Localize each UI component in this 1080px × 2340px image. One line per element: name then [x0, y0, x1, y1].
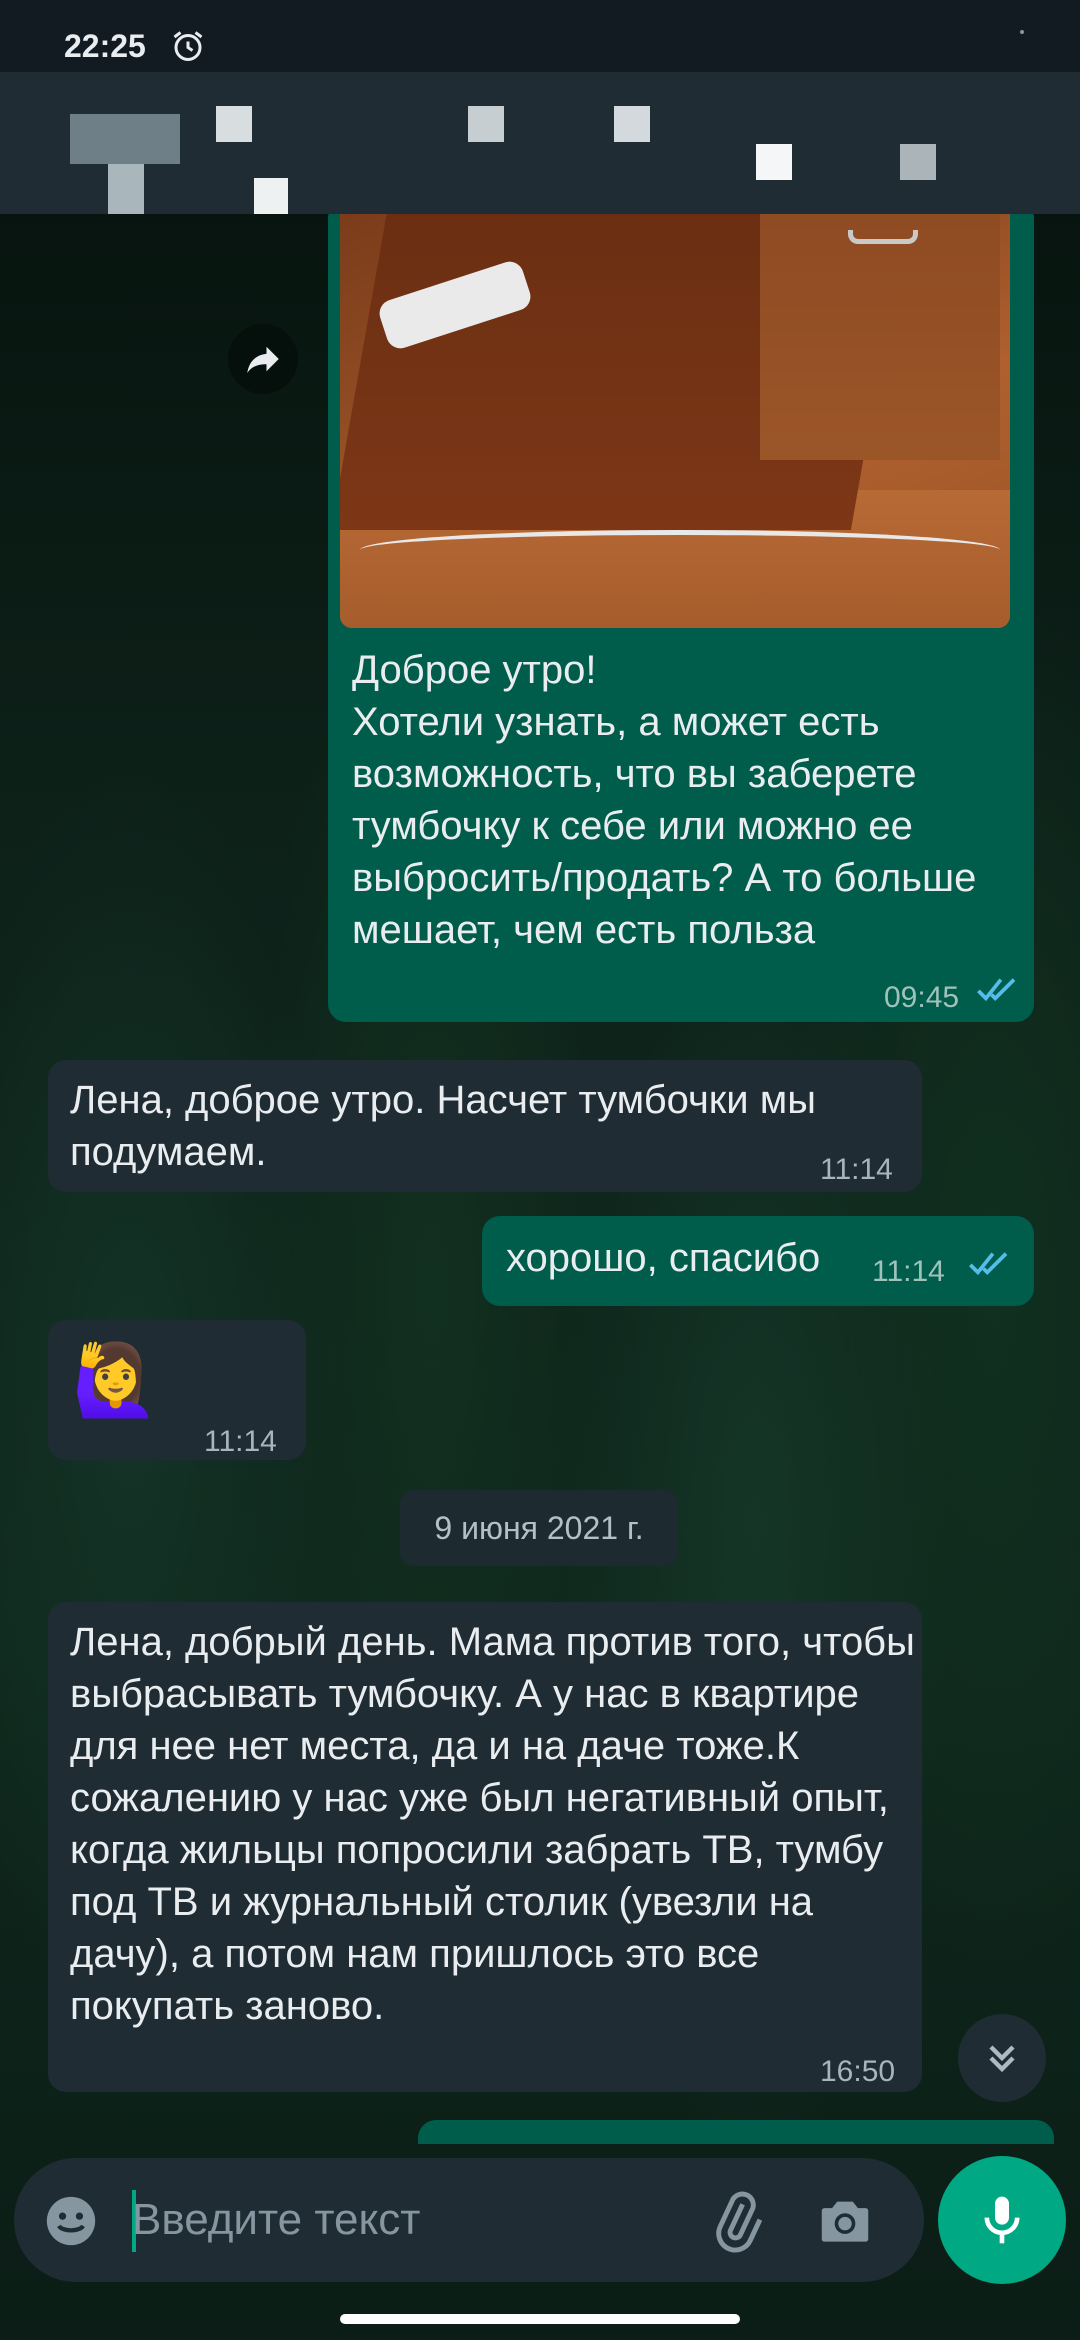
- outgoing-message[interactable]: хорошо, спасибо 11:14: [482, 1216, 1034, 1306]
- alarm-clock-icon: [173, 31, 203, 61]
- chat-header[interactable]: [0, 72, 1080, 214]
- message-time: 11:14: [204, 1425, 277, 1458]
- double-chevron-down-icon: [989, 2045, 1015, 2073]
- read-ticks-icon: [977, 978, 1016, 1002]
- outgoing-message-photo[interactable]: Доброе утро! Хотели узнать, а может есть…: [328, 214, 1034, 1022]
- contact-avatar[interactable]: [70, 114, 180, 164]
- contact-name-obscured: [614, 106, 650, 142]
- photo-attachment[interactable]: [340, 214, 1010, 628]
- forward-icon: [247, 346, 279, 373]
- voice-message-button[interactable]: [938, 2156, 1066, 2284]
- message-composer[interactable]: [14, 2158, 924, 2282]
- status-indicator-dot: [1020, 30, 1024, 34]
- scroll-to-bottom-button[interactable]: [958, 2014, 1046, 2102]
- header-action-obscured[interactable]: [756, 144, 792, 180]
- photo-cable: [360, 530, 1000, 570]
- message-time: 09:45: [884, 981, 960, 1014]
- incoming-message-emoji[interactable]: 🙋‍♀️ 11:14: [48, 1320, 306, 1460]
- emoji-text: 🙋‍♀️: [72, 1341, 160, 1419]
- status-bar: 22:25: [0, 0, 1080, 72]
- message-list[interactable]: Доброе утро! Хотели узнать, а может есть…: [0, 214, 1080, 2144]
- message-text: Лена, добрый день. Мама против того, что…: [70, 1620, 915, 2028]
- message-time: 16:50: [820, 2055, 896, 2088]
- contact-name-obscured: [468, 106, 504, 142]
- forward-button[interactable]: [228, 324, 298, 394]
- paperclip-icon[interactable]: [704, 2188, 770, 2254]
- date-separator: 9 июня 2021 г.: [400, 1490, 678, 1566]
- message-time: 11:14: [820, 1153, 893, 1186]
- photo-cabinet-side: [760, 214, 1000, 460]
- outgoing-message-partial[interactable]: [418, 2120, 1054, 2144]
- incoming-message[interactable]: Лена, добрый день. Мама против того, что…: [48, 1602, 922, 2092]
- contact-name-obscured: [216, 106, 252, 142]
- header-action-obscured[interactable]: [900, 144, 936, 180]
- read-ticks-icon: [969, 1252, 1008, 1276]
- home-indicator[interactable]: [340, 2314, 740, 2324]
- contact-avatar: [108, 164, 144, 214]
- contact-name-obscured: [254, 178, 288, 214]
- message-input[interactable]: [132, 2184, 692, 2256]
- microphone-icon: [984, 2196, 1020, 2244]
- status-time: 22:25: [64, 28, 146, 64]
- message-text: Доброе утро! Хотели узнать, а может есть…: [352, 648, 977, 952]
- photo-handle: [848, 230, 918, 244]
- message-text: хорошо, спасибо: [506, 1236, 821, 1280]
- emoji-icon[interactable]: [42, 2192, 100, 2250]
- incoming-message[interactable]: Лена, доброе утро. Насчет тумбочки мы по…: [48, 1060, 922, 1192]
- camera-icon[interactable]: [814, 2190, 876, 2252]
- message-text: Лена, доброе утро. Насчет тумбочки мы по…: [70, 1078, 817, 1174]
- message-time: 11:14: [872, 1255, 945, 1288]
